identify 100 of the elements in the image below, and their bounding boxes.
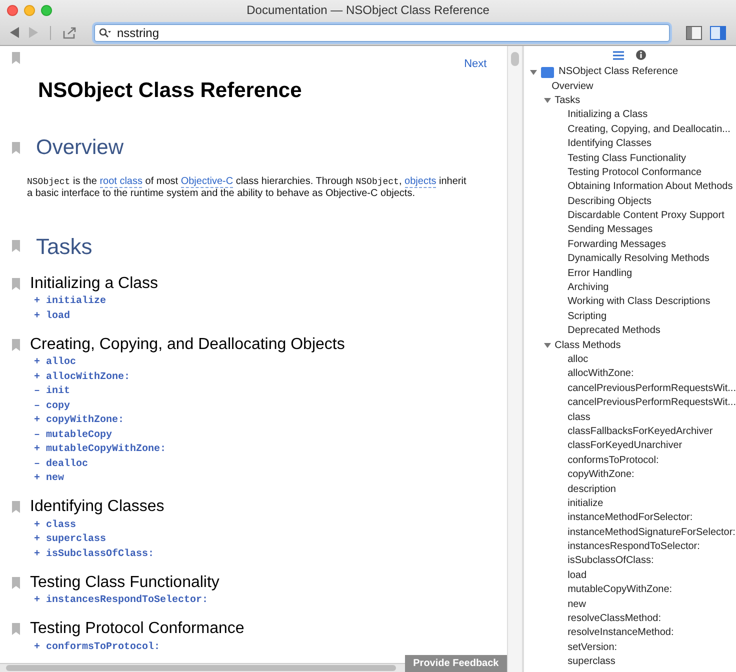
- outline-item[interactable]: cancelPreviousPerformRequestsWit...: [568, 398, 736, 408]
- outline-item[interactable]: Dynamically Resolving Methods: [568, 254, 710, 264]
- outline-item[interactable]: Sending Messages: [568, 225, 653, 236]
- outline-item[interactable]: Discardable Content Proxy Support: [568, 211, 724, 222]
- next-link[interactable]: Next: [464, 56, 487, 72]
- outline-item[interactable]: instancesRespondToSelector:: [568, 542, 700, 552]
- outline-item[interactable]: Describing Objects: [568, 196, 652, 207]
- method-link[interactable]: load: [46, 308, 70, 324]
- outline-item[interactable]: conformsToProtocol:: [568, 456, 659, 466]
- outline-item[interactable]: Deprecated Methods: [568, 326, 660, 336]
- method-link[interactable]: instancesRespondToSelector:: [46, 593, 208, 608]
- outline-item[interactable]: Testing Protocol Conformance: [568, 168, 702, 178]
- disclosure-expanded-icon[interactable]: [544, 342, 551, 350]
- method-sign: +: [34, 370, 40, 385]
- method-link[interactable]: initialize: [46, 294, 106, 310]
- outline-item[interactable]: Obtaining Information About Methods: [568, 182, 733, 192]
- outline-item[interactable]: NSObject Class Reference: [558, 67, 678, 78]
- method-sign: +: [34, 472, 40, 486]
- outline-item[interactable]: superclass: [568, 657, 616, 668]
- outline-item[interactable]: Working with Class Descriptions: [568, 297, 710, 308]
- vertical-scrollbar[interactable]: [510, 52, 519, 66]
- outline-item[interactable]: Error Handling: [568, 268, 632, 279]
- bookmark-icon: [12, 501, 20, 513]
- outline-item[interactable]: allocWithZone:: [568, 369, 634, 380]
- search-field[interactable]: nsstring: [94, 24, 670, 42]
- horizontal-scrollbar[interactable]: [6, 665, 396, 671]
- method-link[interactable]: copy: [46, 398, 70, 414]
- method-sign: –: [34, 385, 40, 400]
- outline-item[interactable]: Scripting: [568, 312, 606, 322]
- method-sign: +: [34, 295, 40, 310]
- outline-item[interactable]: description: [568, 484, 616, 495]
- method-link[interactable]: alloc: [46, 355, 76, 370]
- back-icon[interactable]: [10, 27, 20, 38]
- outline-item[interactable]: resolveInstanceMethod:: [568, 628, 674, 638]
- method-sign: +: [34, 443, 40, 458]
- subsection-heading: Testing Protocol Conformance: [30, 620, 244, 638]
- outline-item[interactable]: Archiving: [568, 283, 609, 294]
- method-sign: +: [34, 594, 40, 608]
- method-link[interactable]: class: [46, 518, 76, 533]
- method-link[interactable]: dealloc: [46, 456, 88, 472]
- outline-item[interactable]: resolveClassMethod:: [568, 614, 661, 624]
- method-link[interactable]: new: [46, 471, 64, 486]
- outline-item[interactable]: classFallbacksForKeyedArchiver: [568, 426, 713, 437]
- outline-item[interactable]: load: [568, 570, 586, 581]
- info-icon[interactable]: [636, 50, 646, 60]
- outline-item[interactable]: instanceMethodSignatureForSelector:: [568, 528, 736, 538]
- outline-item[interactable]: instanceMethodForSelector:: [568, 513, 693, 524]
- outline-item[interactable]: isSubclassOfClass:: [568, 556, 654, 566]
- outline-item[interactable]: Tasks: [554, 96, 580, 106]
- method-link[interactable]: superclass: [46, 532, 106, 548]
- subsection-heading: Identifying Classes: [30, 498, 164, 516]
- outline-item[interactable]: mutableCopyWithZone:: [568, 585, 672, 596]
- text-link[interactable]: objects: [404, 176, 436, 188]
- outline-item[interactable]: Forwarding Messages: [568, 240, 666, 250]
- subsection-heading: Testing Class Functionality: [30, 574, 220, 592]
- outline-item[interactable]: alloc: [568, 355, 588, 365]
- method-link[interactable]: mutableCopy: [46, 428, 112, 443]
- outline-item[interactable]: class: [568, 412, 590, 423]
- method-sign: +: [34, 548, 40, 562]
- overview-paragraph: NSObject is the root class of most Objective-C class hierarchies. Through NSObject, objects inherit a basic interface to the runtime system and the ability to behave as Objective-C objects.: [27, 176, 467, 200]
- method-link[interactable]: copyWithZone:: [46, 413, 124, 428]
- outline-item[interactable]: copyWithZone:: [568, 470, 634, 480]
- outline-item[interactable]: classForKeyedUnarchiver: [568, 441, 682, 452]
- zoom-icon[interactable]: [41, 4, 52, 16]
- method-link[interactable]: conformsToProtocol:: [46, 640, 160, 655]
- outline-item[interactable]: Identifying Classes: [568, 139, 652, 150]
- method-sign: +: [34, 518, 40, 533]
- text-link[interactable]: root class: [100, 176, 142, 188]
- disclosure-expanded-icon[interactable]: [544, 97, 551, 104]
- outline-item[interactable]: Initializing a Class: [568, 110, 648, 120]
- method-link[interactable]: init: [46, 384, 70, 400]
- window-title: Documentation — NSObject Class Reference: [246, 2, 490, 19]
- close-icon[interactable]: [7, 4, 18, 16]
- sidebar-toggle-icon[interactable]: [686, 26, 702, 40]
- outline-item[interactable]: Class Methods: [554, 340, 621, 351]
- method-link[interactable]: mutableCopyWithZone:: [46, 442, 166, 458]
- section-heading: Tasks: [36, 232, 92, 260]
- list-icon[interactable]: [613, 50, 624, 60]
- bookmark-icon: [12, 52, 20, 64]
- outline-item[interactable]: initialize: [568, 498, 604, 509]
- outline-item[interactable]: Testing Class Functionality: [568, 154, 686, 164]
- method-sign: +: [34, 414, 40, 428]
- method-sign: –: [34, 400, 40, 414]
- method-link[interactable]: isSubclassOfClass:: [46, 546, 154, 562]
- text-link[interactable]: Objective-C: [180, 176, 234, 188]
- share-icon[interactable]: [63, 26, 76, 38]
- outline-item[interactable]: cancelPreviousPerformRequestsWit...: [568, 384, 736, 394]
- bookmark-icon: [12, 142, 20, 154]
- sidebar-toggle-icon[interactable]: [710, 26, 726, 40]
- disclosure-expanded-icon[interactable]: [530, 68, 537, 76]
- bookmark-icon: [12, 338, 20, 350]
- method-link[interactable]: allocWithZone:: [46, 370, 130, 385]
- method-sign: +: [34, 533, 40, 548]
- outline-item[interactable]: new: [568, 600, 586, 610]
- outline-item[interactable]: Creating, Copying, and Deallocatin...: [568, 124, 730, 135]
- outline-item[interactable]: Overview: [552, 82, 594, 92]
- page-title: NSObject Class Reference: [38, 78, 303, 104]
- book-icon: [540, 66, 554, 78]
- outline-item[interactable]: setVersion:: [568, 642, 618, 653]
- section-heading: Overview: [36, 135, 124, 161]
